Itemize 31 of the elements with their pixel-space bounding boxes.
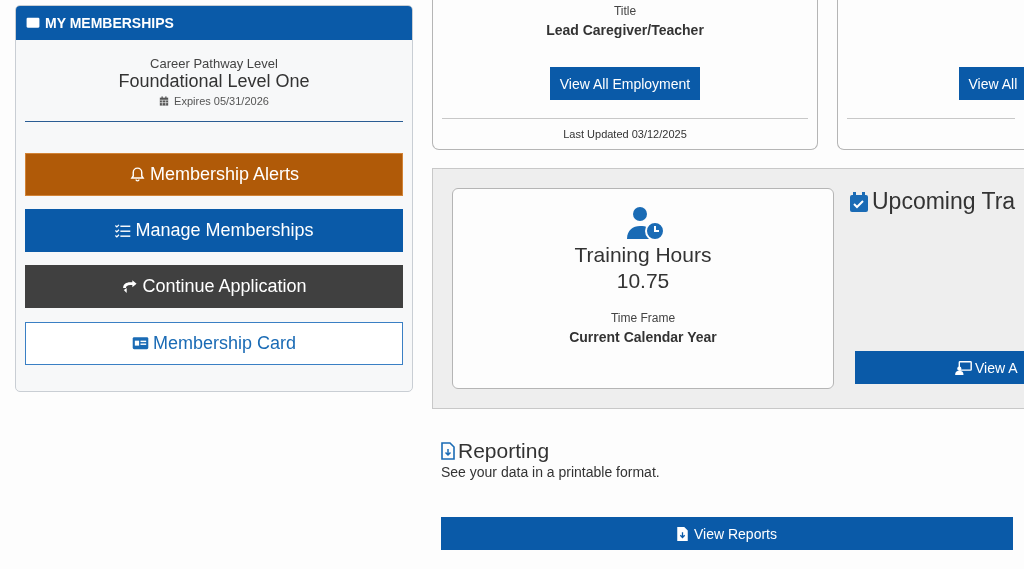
level-name: Foundational Level One <box>117 71 311 92</box>
section-title: Upcoming Tra <box>872 188 1016 215</box>
file-download-icon <box>441 442 455 460</box>
panel-title: MY MEMBERSHIPS <box>45 15 174 31</box>
continue-button[interactable]: Continue Application <box>25 265 403 308</box>
time-frame-value: Current Calendar Year <box>569 329 717 345</box>
view-employment-button[interactable]: View All Employment <box>549 67 701 100</box>
field-label: Title <box>613 4 637 18</box>
person-clock-icon <box>626 206 664 240</box>
section-title: Reporting <box>458 439 550 463</box>
monitor-user-icon <box>955 360 972 375</box>
manage-button[interactable]: Manage Memberships <box>25 209 403 252</box>
calendar-check-icon <box>849 190 869 213</box>
bell-icon <box>128 166 146 183</box>
section-description: See your data in a printable format. <box>441 464 661 480</box>
file-download-icon <box>677 526 688 541</box>
membership-card-button[interactable]: Membership Card <box>25 322 403 365</box>
calendar-icon <box>159 96 170 106</box>
checklist-icon <box>114 222 132 239</box>
expiry-date: Expires 05/31/2026 <box>174 95 269 107</box>
field-value: Lead Caregiver/Teacher <box>546 22 704 38</box>
view-trainings-button[interactable]: View A <box>855 351 1024 384</box>
level-label: Career Pathway Level <box>149 56 279 71</box>
view-reports-button[interactable]: View Reports <box>441 517 1013 550</box>
hours-value: 10.75 <box>616 269 670 293</box>
hours-label: Training Hours <box>574 243 712 267</box>
time-frame-label: Time Frame <box>610 311 676 325</box>
alerts-button[interactable]: Membership Alerts <box>25 153 403 196</box>
view-employment-button[interactable]: View All <box>958 67 1024 100</box>
arrows-icon <box>121 278 139 295</box>
last-updated: Last Updated 03/12/2025 <box>563 128 687 140</box>
